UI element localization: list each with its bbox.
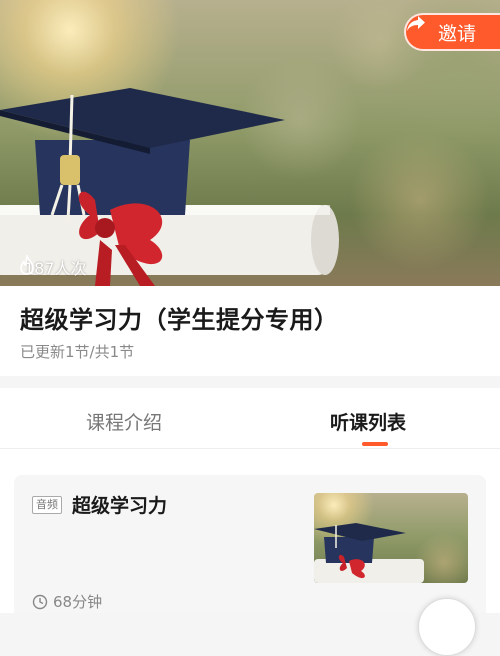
lesson-thumbnail (314, 493, 468, 583)
lesson-duration: 68分钟 (32, 591, 102, 612)
update-status: 已更新1节/共1节 (20, 343, 135, 361)
course-cover-image: 邀请 187人次 (0, 0, 500, 286)
view-count: 187人次 (18, 255, 87, 279)
clock-icon (32, 594, 48, 610)
lesson-list: 音频 超级学习力 68分钟 (0, 449, 500, 613)
tab-lesson-list[interactable]: 听课列表 (330, 408, 406, 435)
course-info: 超级学习力（学生提分专用） 已更新1节/共1节 (0, 286, 500, 376)
active-tab-indicator (362, 442, 388, 446)
tab-bar: 课程介绍 听课列表 (0, 388, 500, 449)
invite-label: 邀请 (437, 22, 476, 45)
invite-button[interactable]: 邀请 (404, 13, 500, 51)
tab-course-intro[interactable]: 课程介绍 (86, 408, 162, 435)
audio-badge: 音频 (32, 496, 62, 514)
floating-action-button[interactable] (418, 598, 476, 656)
lesson-title: 超级学习力 (72, 495, 168, 517)
list-item[interactable]: 音频 超级学习力 68分钟 (14, 475, 486, 613)
duration-text: 68分钟 (53, 593, 103, 611)
course-title: 超级学习力（学生提分专用） (20, 306, 339, 334)
